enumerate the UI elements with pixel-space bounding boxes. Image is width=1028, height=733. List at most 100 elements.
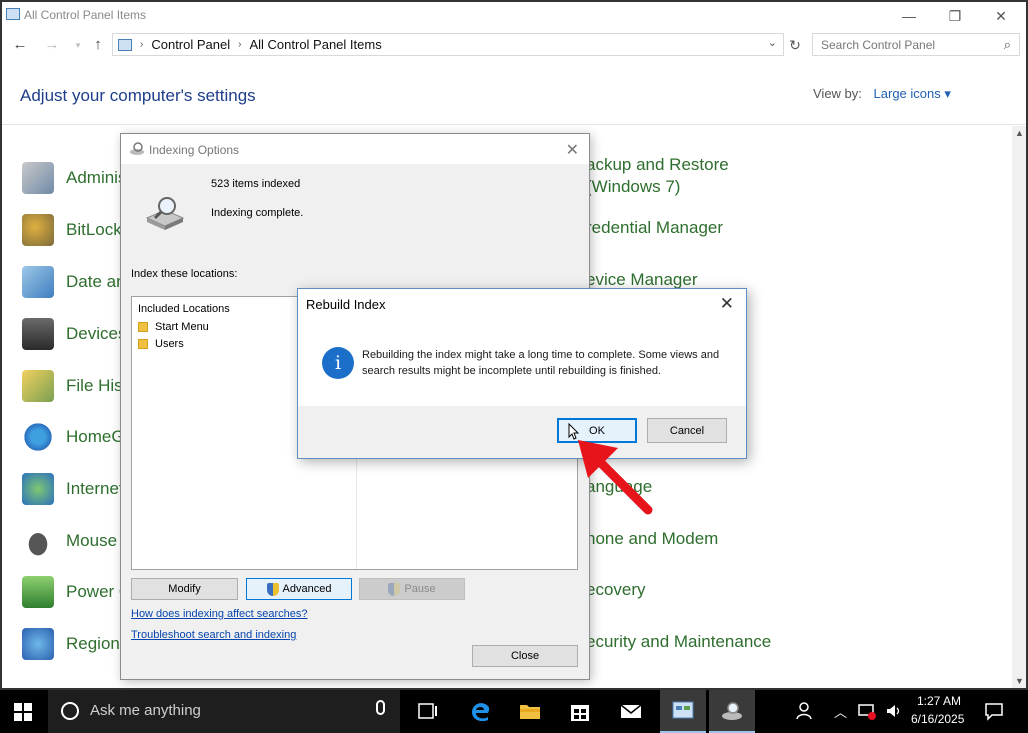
breadcrumb-all-items[interactable]: All Control Panel Items	[249, 37, 381, 52]
dialog-title: Rebuild Index	[306, 297, 386, 312]
cp-item-security-maintenance[interactable]: ecurity and Maintenance	[586, 631, 771, 653]
internet-options-icon	[22, 473, 54, 505]
indexing-icon	[722, 702, 742, 720]
folder-icon	[138, 339, 148, 349]
list-header: Included Locations	[138, 303, 230, 315]
scroll-up-icon[interactable]: ▲	[1015, 128, 1024, 138]
dialog-footer: OK Cancel	[298, 406, 746, 458]
cp-item-label: File Hist	[66, 376, 128, 395]
troubleshoot-link[interactable]: Troubleshoot search and indexing	[131, 629, 296, 641]
search-icon[interactable]: ⌕	[1004, 37, 1011, 53]
cp-item-recovery[interactable]: ecovery	[586, 579, 646, 601]
back-button[interactable]: ←	[10, 36, 30, 54]
dialog-message: Rebuilding the index might take a long t…	[362, 349, 720, 377]
close-icon[interactable]: ✕	[566, 140, 579, 160]
forward-button[interactable]: →	[42, 36, 62, 54]
address-bar[interactable]: › Control Panel › All Control Panel Item…	[112, 33, 784, 56]
page-title: Adjust your computer's settings	[20, 86, 256, 105]
red-arrow-icon	[578, 440, 653, 515]
close-icon[interactable]: ✕	[720, 294, 734, 314]
info-icon: i	[322, 347, 354, 379]
restore-button[interactable]: ❐	[932, 2, 978, 30]
view-by-value: Large icons	[873, 86, 941, 101]
cp-item-credential-manager[interactable]: redential Manager	[586, 217, 723, 239]
cortana-search-box[interactable]: Ask me anything	[48, 690, 400, 733]
date-time-icon	[22, 266, 54, 298]
cp-item-label: Region	[66, 634, 120, 653]
pause-button[interactable]: Pause	[359, 578, 465, 600]
folder-icon	[138, 322, 148, 332]
show-hidden-icons[interactable]: ︿	[834, 702, 847, 721]
advanced-label: Advanced	[282, 583, 332, 595]
scroll-down-icon[interactable]: ▼	[1015, 676, 1024, 686]
volume-icon[interactable]	[884, 701, 904, 721]
cp-item-label: Devices	[66, 324, 127, 343]
indexing-icon	[130, 142, 144, 155]
close-label: Close	[510, 650, 540, 662]
power-options-icon	[22, 576, 54, 608]
people-icon[interactable]	[794, 699, 818, 723]
file-history-icon	[22, 370, 54, 402]
edge-browser-icon[interactable]	[468, 699, 492, 723]
close-button[interactable]: ✕	[978, 2, 1024, 30]
cortana-placeholder: Ask me anything	[90, 702, 201, 719]
minimize-button[interactable]: —	[886, 2, 932, 30]
modify-label: Modify	[168, 583, 201, 595]
cp-item-label: HomeG	[66, 427, 125, 446]
search-input[interactable]: Search Control Panel ⌕	[812, 33, 1020, 56]
vertical-scrollbar[interactable]: ▲ ▼	[1012, 126, 1026, 688]
devices-printers-icon	[22, 318, 54, 350]
taskbar-indexing-options[interactable]	[709, 690, 755, 733]
window-title: All Control Panel Items	[24, 8, 147, 22]
file-explorer-icon[interactable]	[518, 699, 542, 723]
cp-item-label: Adminis	[66, 168, 127, 187]
microphone-icon[interactable]	[376, 700, 385, 715]
cp-item-backup-restore[interactable]: ackup and Restore (Windows 7)	[586, 154, 729, 198]
taskbar-control-panel[interactable]	[660, 690, 706, 733]
cp-item-label: ecurity and Maintenance	[586, 632, 772, 651]
breadcrumb-control-panel[interactable]: Control Panel	[151, 37, 230, 52]
cortana-icon	[61, 702, 79, 720]
mail-icon[interactable]	[619, 699, 643, 723]
control-panel-icon	[6, 8, 20, 20]
action-center-icon[interactable]	[984, 701, 1004, 721]
indexing-magnifier-icon	[145, 197, 185, 230]
task-view-icon[interactable]	[416, 699, 440, 723]
close-dialog-button[interactable]: Close	[472, 645, 578, 667]
advanced-button[interactable]: Advanced	[246, 578, 352, 600]
cp-item-label: evice Manager	[586, 270, 698, 289]
admin-tools-icon	[22, 162, 54, 194]
list-item[interactable]: Start Menu	[138, 321, 209, 333]
taskbar: Ask me anything ︿ 1:27 AM 6/16/2025	[0, 690, 1028, 733]
refresh-icon[interactable]: ↻	[785, 35, 805, 55]
dialog-title: Indexing Options	[149, 143, 240, 157]
cancel-label: Cancel	[669, 424, 705, 437]
chevron-down-icon[interactable]: ⌄	[768, 36, 777, 49]
clock-date[interactable]: 6/16/2025	[911, 712, 964, 726]
view-by-label: View by:	[813, 86, 862, 101]
cp-item-label: Mouse	[66, 531, 118, 550]
mouse-icon	[22, 525, 54, 557]
indexing-status: Indexing complete.	[211, 207, 304, 219]
bitlocker-icon	[22, 214, 54, 246]
cp-item-phone-modem[interactable]: hone and Modem	[586, 528, 718, 550]
view-by-dropdown[interactable]: Large icons ▾	[874, 86, 951, 101]
shield-icon	[388, 582, 401, 596]
clock-time[interactable]: 1:27 AM	[917, 694, 961, 708]
store-icon[interactable]	[568, 699, 592, 723]
indexing-help-link[interactable]: How does indexing affect searches?	[131, 608, 308, 620]
recent-locations-dropdown[interactable]: ▾	[68, 36, 88, 54]
network-icon[interactable]	[857, 701, 877, 721]
search-placeholder: Search Control Panel	[821, 38, 936, 52]
divider	[2, 124, 1026, 125]
cp-item-label: ackup and Restore (Windows 7)	[586, 155, 729, 196]
breadcrumb-separator: ›	[238, 39, 242, 50]
location-name: Start Menu	[155, 321, 209, 333]
up-button[interactable]: ↑	[88, 36, 108, 54]
location-name: Users	[155, 338, 184, 350]
control-panel-icon	[118, 38, 132, 51]
windows-start-icon[interactable]	[14, 703, 32, 721]
modify-button[interactable]: Modify	[131, 578, 238, 600]
list-item[interactable]: Users	[138, 338, 184, 350]
pause-label: Pause	[404, 583, 436, 595]
